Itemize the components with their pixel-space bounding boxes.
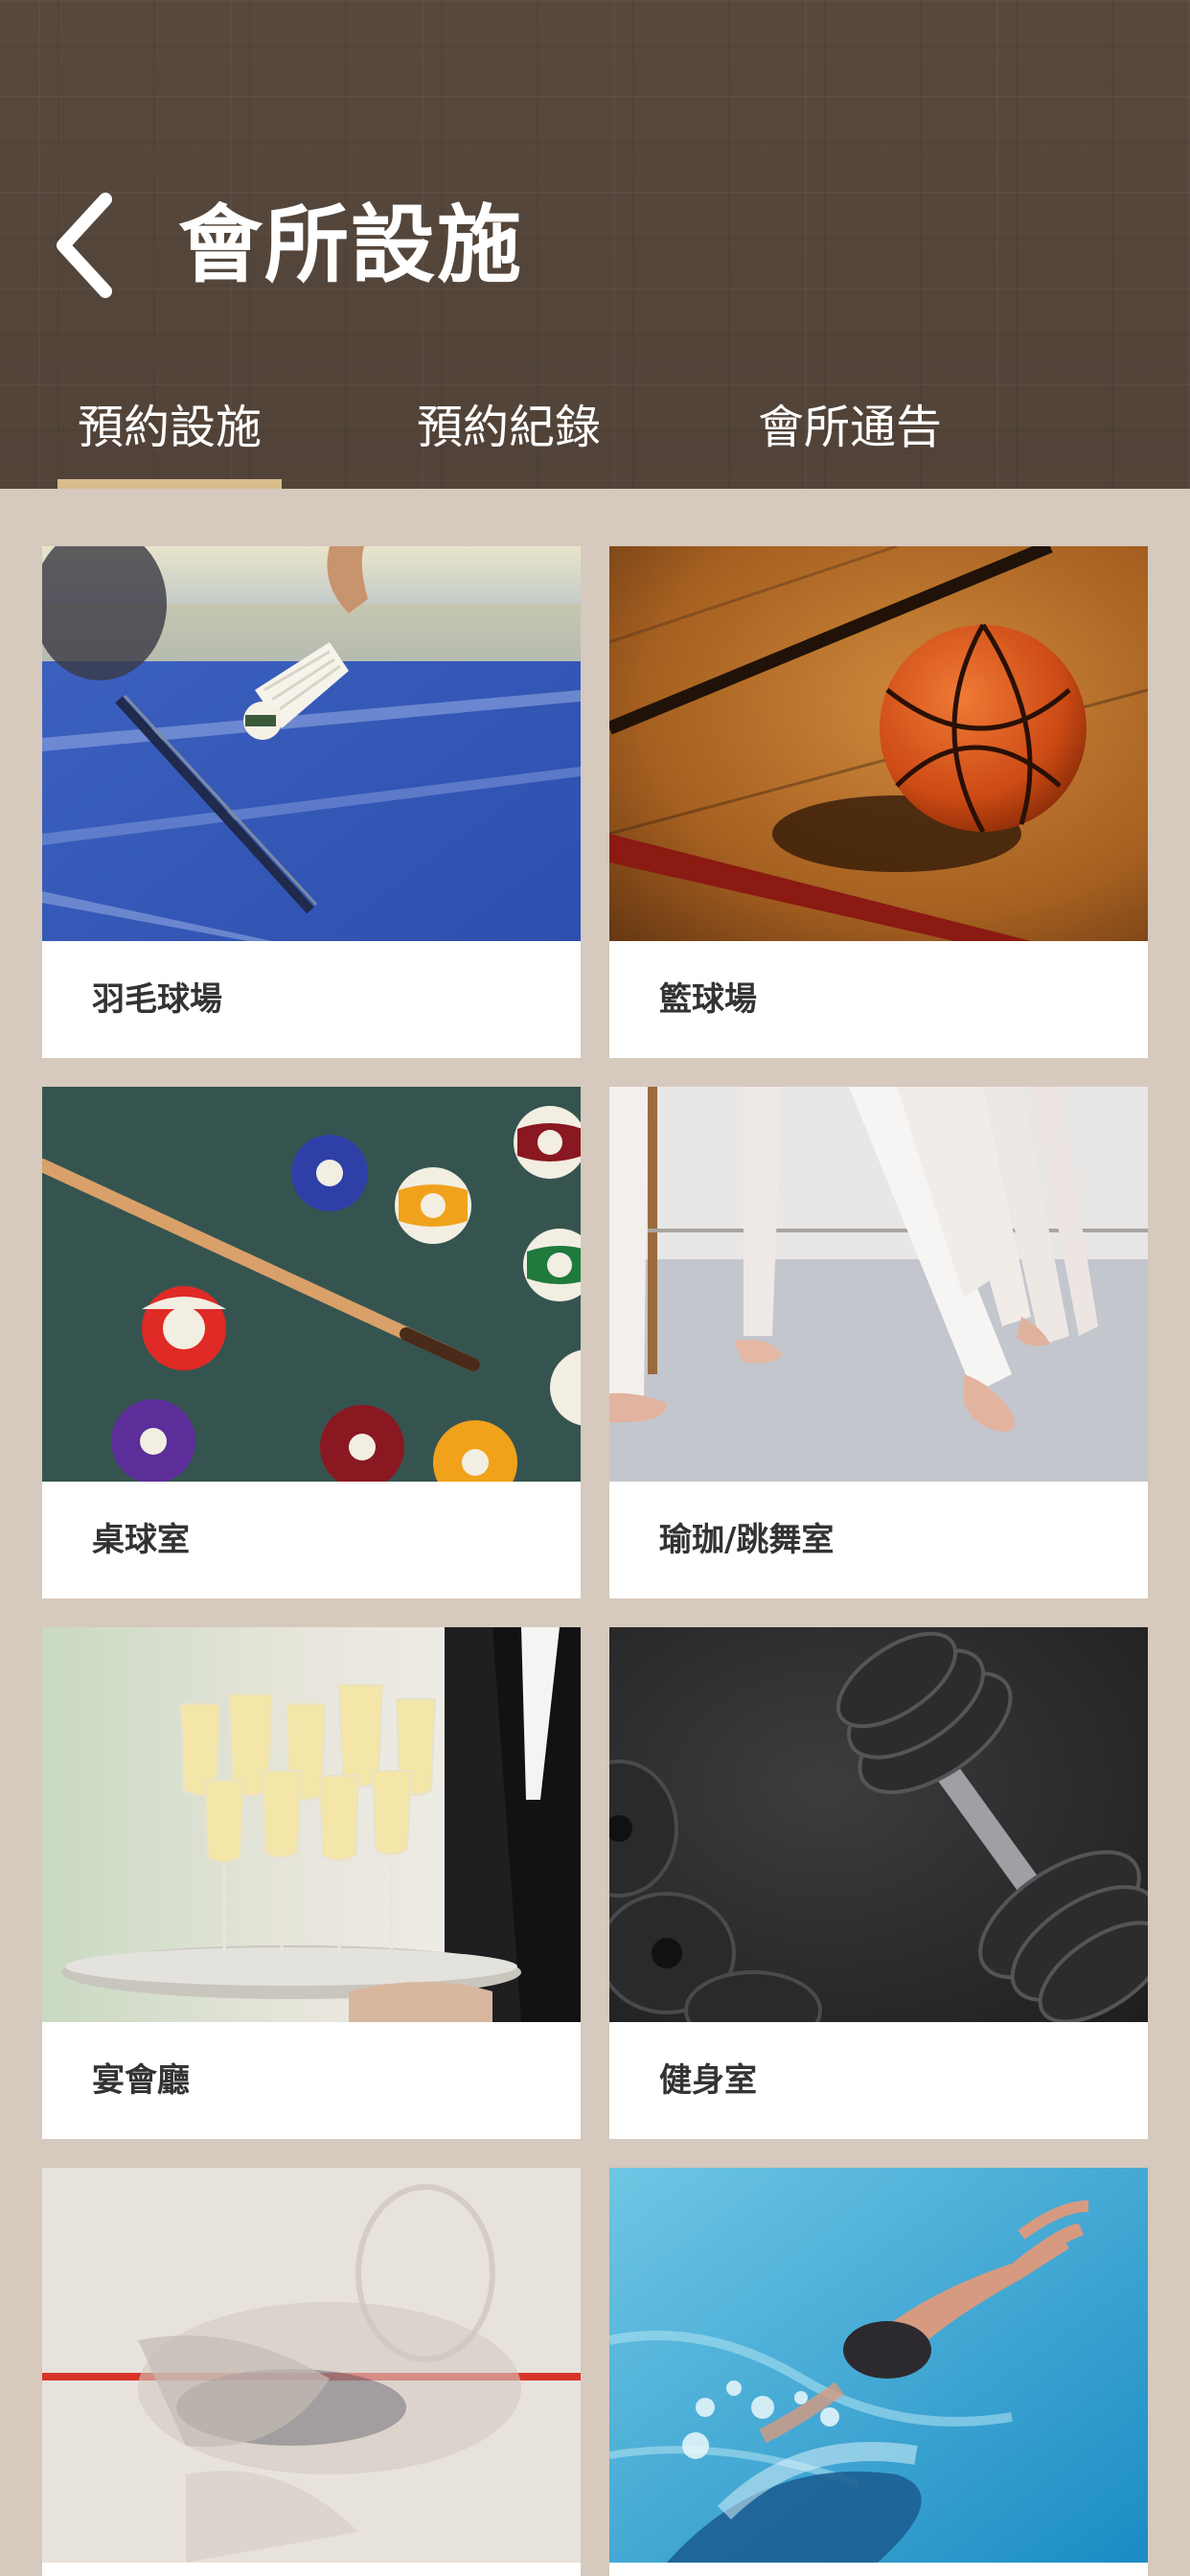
facility-label: 籃球場 bbox=[659, 980, 757, 1019]
tab-label: 預約設施 bbox=[77, 401, 262, 454]
facility-label: 宴會廳 bbox=[92, 2061, 190, 2100]
basketball-photo bbox=[609, 546, 1148, 941]
facility-card-squash[interactable] bbox=[42, 2168, 581, 2576]
facility-card-badminton[interactable]: 羽毛球場 bbox=[42, 546, 581, 1058]
chevron-left-icon bbox=[57, 193, 112, 298]
facility-label: 健身室 bbox=[659, 2061, 757, 2100]
tab-club-notices[interactable]: 會所通告 bbox=[738, 383, 962, 489]
back-button[interactable] bbox=[50, 188, 126, 303]
header-bar: 會所設施 預約設施 預約紀錄 會所通告 bbox=[0, 0, 1190, 489]
billiards-photo bbox=[42, 1087, 581, 1482]
badminton-photo bbox=[42, 546, 581, 941]
tab-label: 會所通告 bbox=[757, 401, 942, 454]
facility-card-swimming-pool[interactable] bbox=[609, 2168, 1148, 2576]
facility-card-billiards[interactable]: 桌球室 bbox=[42, 1087, 581, 1598]
squash-photo bbox=[42, 2168, 581, 2563]
facility-card-banquet[interactable]: 宴會廳 bbox=[42, 1627, 581, 2139]
active-tab-indicator bbox=[57, 479, 282, 489]
facility-card-basketball[interactable]: 籃球場 bbox=[609, 546, 1148, 1058]
dumbbell-photo bbox=[609, 1627, 1148, 2022]
tab-label: 預約紀錄 bbox=[416, 401, 601, 454]
facility-label: 瑜珈/跳舞室 bbox=[659, 1521, 835, 1559]
facility-label: 桌球室 bbox=[92, 1521, 190, 1559]
page-title: 會所設施 bbox=[178, 196, 524, 294]
tab-book-facility[interactable]: 預約設施 bbox=[57, 383, 282, 489]
ballet-photo bbox=[609, 1087, 1148, 1482]
facility-card-yoga-dance[interactable]: 瑜珈/跳舞室 bbox=[609, 1087, 1148, 1598]
facility-card-gym[interactable]: 健身室 bbox=[609, 1627, 1148, 2139]
facility-grid: 羽毛球場 籃球場 桌球室 瑜珈/跳舞室 宴會廳 健身室 bbox=[42, 546, 1148, 2576]
tab-bar: 預約設施 預約紀錄 會所通告 bbox=[0, 383, 1190, 489]
champagne-photo bbox=[42, 1627, 581, 2022]
tab-booking-records[interactable]: 預約紀錄 bbox=[397, 383, 621, 489]
facility-label: 羽毛球場 bbox=[92, 980, 222, 1019]
swimming-photo bbox=[609, 2168, 1148, 2563]
